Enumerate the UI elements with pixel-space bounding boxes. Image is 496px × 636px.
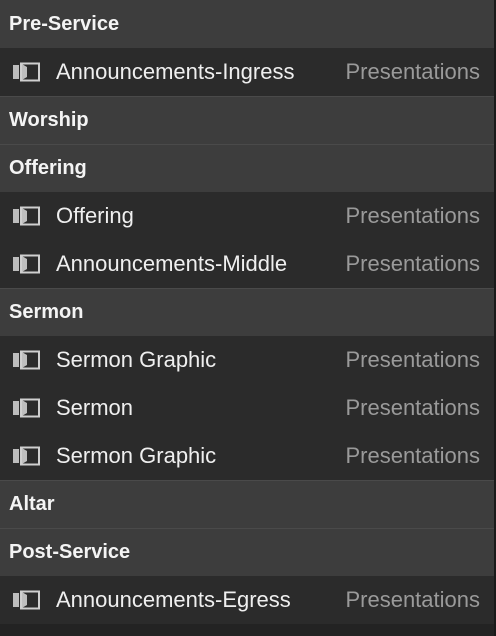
item-title: Sermon Graphic bbox=[56, 443, 217, 468]
section-header-label: Pre-Service bbox=[9, 12, 120, 35]
item-type: Presentations bbox=[345, 347, 480, 372]
section-header-sermon[interactable]: Sermon bbox=[0, 288, 494, 336]
playlist-item[interactable]: Sermon Graphic Presentations bbox=[0, 432, 494, 480]
item-title: Announcements-Egress bbox=[56, 587, 291, 612]
section-header-post-service[interactable]: Post-Service bbox=[0, 528, 494, 576]
section-header-pre-service[interactable]: Pre-Service bbox=[0, 0, 494, 48]
playlist-panel: Pre-Service Announcements-Ingress Presen… bbox=[0, 0, 496, 636]
section-header-label: Altar bbox=[9, 493, 55, 515]
playlist-item[interactable]: Sermon Graphic Presentations bbox=[0, 336, 494, 384]
playlist-item[interactable]: Announcements-Middle Presentations bbox=[0, 240, 494, 288]
presentation-icon bbox=[12, 205, 42, 227]
section-header-offering[interactable]: Offering bbox=[0, 144, 494, 192]
playlist-item[interactable]: Offering Presentations bbox=[0, 192, 494, 240]
item-title: Sermon Graphic bbox=[56, 347, 217, 372]
item-title: Announcements-Ingress bbox=[56, 59, 295, 84]
section-header-label: Sermon bbox=[9, 301, 84, 323]
playlist-item[interactable]: Announcements-Ingress Presentations bbox=[0, 48, 494, 96]
item-type: Presentations bbox=[345, 59, 480, 84]
section-header-altar[interactable]: Altar bbox=[0, 480, 494, 528]
section-header-label: Offering bbox=[9, 157, 87, 179]
item-title: Announcements-Middle bbox=[56, 251, 288, 276]
presentation-icon bbox=[12, 61, 42, 83]
item-type: Presentations bbox=[345, 395, 480, 420]
playlist-item[interactable]: Sermon Presentations bbox=[0, 384, 494, 432]
item-type: Presentations bbox=[345, 443, 480, 468]
section-header-label: Post-Service bbox=[9, 541, 131, 563]
item-type: Presentations bbox=[345, 587, 480, 612]
presentation-icon bbox=[12, 589, 42, 611]
item-type: Presentations bbox=[345, 203, 480, 228]
presentation-icon bbox=[12, 445, 42, 467]
presentation-icon bbox=[12, 397, 42, 419]
item-type: Presentations bbox=[345, 251, 480, 276]
section-header-worship[interactable]: Worship bbox=[0, 96, 494, 144]
presentation-icon bbox=[12, 349, 42, 371]
presentation-icon bbox=[12, 253, 42, 275]
playlist-item[interactable]: Announcements-Egress Presentations bbox=[0, 576, 494, 624]
section-header-label: Worship bbox=[9, 109, 89, 131]
item-title: Offering bbox=[56, 203, 134, 228]
item-title: Sermon bbox=[56, 395, 134, 420]
